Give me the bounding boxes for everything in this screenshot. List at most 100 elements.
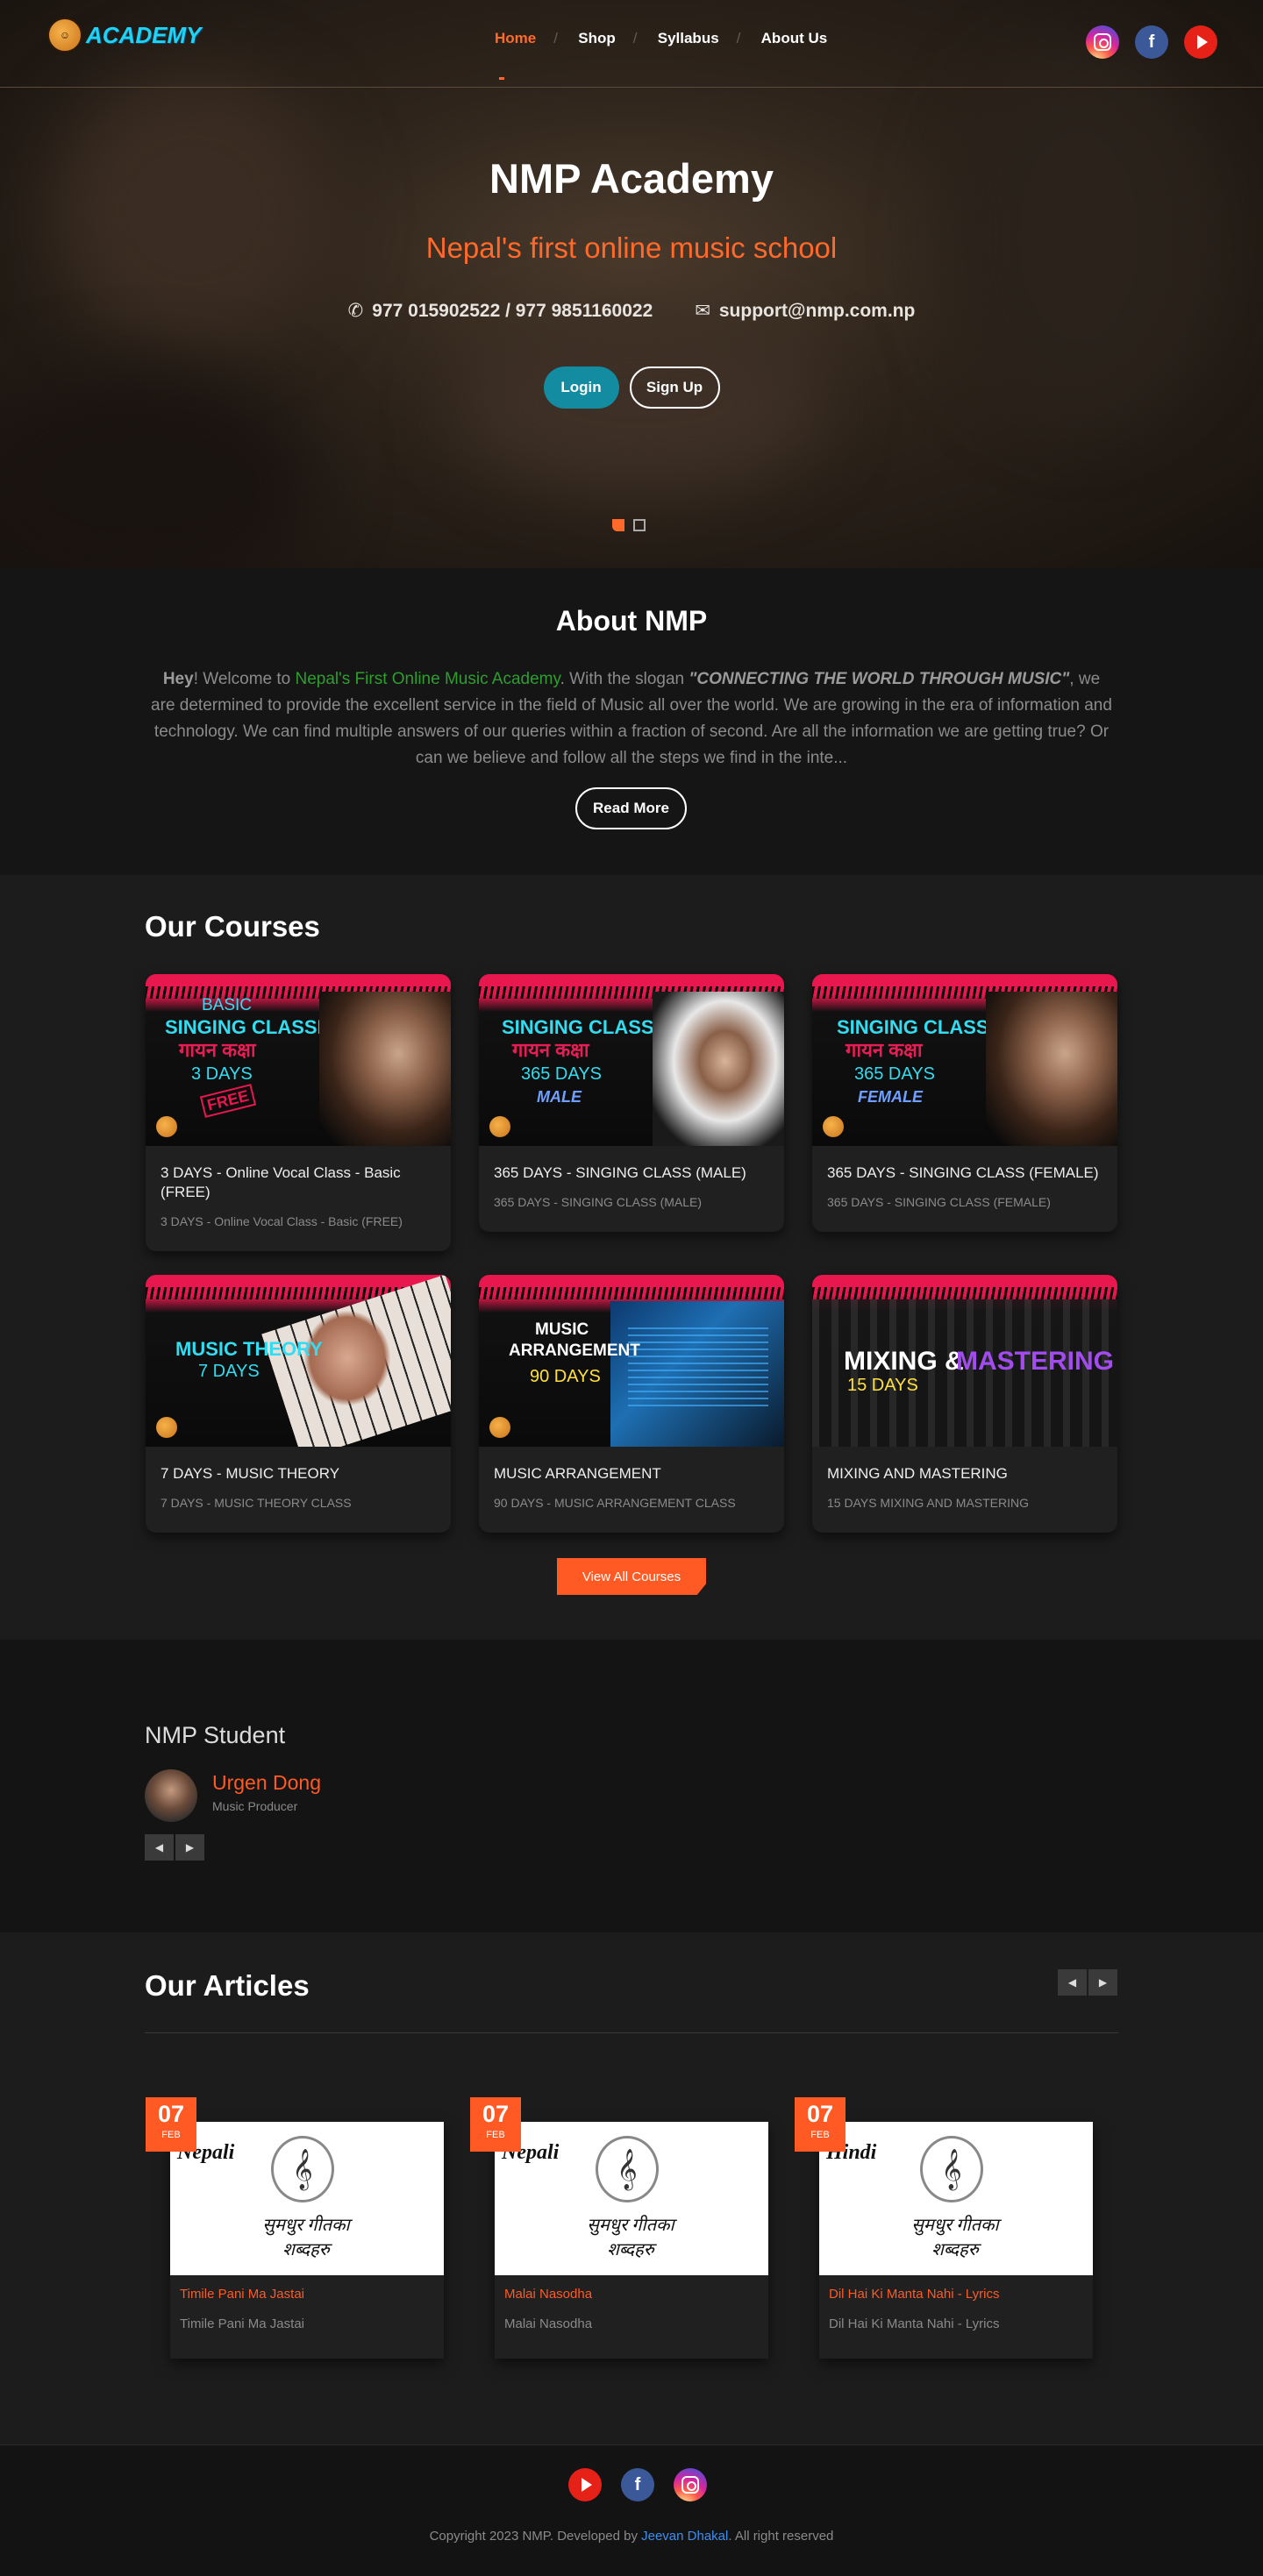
email-address: support@nmp.com.np — [718, 301, 916, 321]
logo-mini-icon — [156, 1417, 177, 1438]
article-image: Hindi 𝄞 सुमधुर गीतका शब्दहरु — [819, 2122, 1093, 2275]
instagram-icon[interactable] — [674, 2468, 707, 2501]
carousel-dot-2[interactable] — [633, 519, 646, 531]
thumb-line: 15 DAYS — [847, 1376, 918, 1395]
course-thumbnail: MIXING & MASTERING 15 DAYS — [812, 1275, 1117, 1447]
hero-contacts: ✆ 977 015902522 / 977 9851160022 ✉ support… — [0, 300, 1263, 322]
course-desc: 365 DAYS - SINGING CLASS (FEMALE) — [827, 1195, 1051, 1209]
course-thumbnail: SINGING CLASSES गायन कक्षा 365 DAYS MALE — [479, 974, 784, 1146]
course-card[interactable]: MIXING & MASTERING 15 DAYS MIXING AND MA… — [812, 1275, 1117, 1533]
phone-icon: ✆ — [347, 301, 364, 321]
hero-section: ☺ ACADEMY Home Shop Syllabus About Us f … — [0, 0, 1263, 568]
about-hey: Hey — [162, 670, 194, 688]
facebook-icon[interactable]: f — [1135, 25, 1168, 59]
date-month: FEB — [486, 2130, 505, 2140]
phone-contact: ✆ 977 015902522 / 977 9851160022 — [348, 300, 653, 322]
article-title[interactable]: Dil Hai Ki Manta Nahi - Lyrics — [829, 2287, 1000, 2302]
envelope-icon: ✉ — [695, 301, 710, 321]
thumb-line: MUSIC — [535, 1320, 589, 1339]
nav-item-syllabus[interactable]: Syllabus — [633, 30, 740, 47]
logo-mini-icon — [156, 1116, 177, 1137]
article-script: सुमधुर गीतका शब्दहरु — [911, 2216, 999, 2259]
course-card[interactable]: MUSIC ARRANGEMENT 90 DAYS MUSIC ARRANGEM… — [479, 1275, 784, 1533]
carousel-indicators — [612, 519, 646, 531]
course-title[interactable]: MUSIC ARRANGEMENT — [479, 1447, 784, 1484]
login-button[interactable]: Login — [543, 366, 619, 409]
course-title[interactable]: 365 DAYS - SINGING CLASS (FEMALE) — [812, 1146, 1117, 1183]
youtube-icon[interactable] — [568, 2468, 602, 2501]
article-image: Nepali 𝄞 सुमधुर गीतका शब्दहरु — [495, 2122, 768, 2275]
view-all-courses-button[interactable]: View All Courses — [557, 1558, 706, 1595]
thumb-line: MIXING & — [844, 1347, 964, 1376]
main-nav: Home Shop Syllabus About Us — [474, 30, 848, 47]
course-thumbnail: SINGING CLASSES गायन कक्षा 365 DAYS FEMA… — [812, 974, 1117, 1146]
hero-subtitle: Nepal's first online music school — [425, 231, 838, 264]
nav-item-shop[interactable]: Shop — [553, 30, 637, 47]
thumb-line: BASIC — [202, 996, 253, 1014]
course-title[interactable]: 7 DAYS - MUSIC THEORY — [146, 1447, 451, 1484]
student-name: Urgen Dong — [212, 1771, 322, 1794]
thumb-line: गायन कक्षा — [179, 1039, 256, 1061]
about-text: Hey! Welcome to Nepal's First Online Mus… — [149, 666, 1114, 772]
hero-title: NMP Academy — [489, 155, 774, 202]
student-carousel-controls: ◀ ▶ — [145, 1834, 204, 1861]
header-social-links: f — [1086, 25, 1217, 59]
student-heading: NMP Student — [145, 1722, 286, 1748]
logo-text: ACADEMY — [86, 21, 202, 48]
thumb-line: SINGING CLASSES — [165, 1016, 343, 1038]
date-month: FEB — [161, 2130, 181, 2140]
articles-section: Our Articles ◀ ▶ Nepali 𝄞 सुमधुर गीतका श… — [0, 1932, 1263, 2444]
course-title[interactable]: 365 DAYS - SINGING CLASS (MALE) — [479, 1146, 784, 1183]
navbar: ☺ ACADEMY Home Shop Syllabus About Us f — [0, 0, 1263, 88]
nav-item-about-us[interactable]: About Us — [737, 30, 849, 47]
articles-heading: Our Articles — [145, 1969, 310, 2002]
read-more-button[interactable]: Read More — [575, 787, 687, 829]
thumb-line: MUSIC THEORY — [175, 1338, 323, 1360]
course-card[interactable]: MUSIC THEORY 7 DAYS 7 DAYS - MUSIC THEOR… — [146, 1275, 451, 1533]
course-card[interactable]: SINGING CLASSES गायन कक्षा 365 DAYS FEMA… — [812, 974, 1117, 1232]
article-image: Nepali 𝄞 सुमधुर गीतका शब्दहरु — [170, 2122, 444, 2275]
article-card[interactable]: Nepali 𝄞 सुमधुर गीतका शब्दहरु 07 FEB Mal… — [470, 2097, 768, 2359]
logo[interactable]: ☺ ACADEMY — [47, 18, 201, 53]
nav-active-indicator — [499, 77, 504, 80]
logo-badge-icon: ☺ — [47, 18, 82, 53]
student-section: NMP Student Urgen Dong Music Producer ◀ … — [0, 1640, 1263, 1932]
course-card[interactable]: SINGING CLASSES गायन कक्षा 365 DAYS MALE… — [479, 974, 784, 1232]
instagram-icon[interactable] — [1086, 25, 1119, 59]
course-desc: 365 DAYS - SINGING CLASS (MALE) — [494, 1195, 703, 1209]
course-title[interactable]: 3 DAYS - Online Vocal Class - Basic (FRE… — [146, 1146, 451, 1202]
music-note-icon: 𝄞 — [920, 2136, 983, 2202]
course-title[interactable]: MIXING AND MASTERING — [812, 1447, 1117, 1484]
course-card[interactable]: BASIC SINGING CLASSES गायन कक्षा 3 DAYS … — [146, 974, 451, 1251]
copyright-prefix: Copyright 2023 NMP. Developed by — [429, 2529, 642, 2544]
about-heading: About NMP — [555, 605, 708, 637]
prev-arrow-icon[interactable]: ◀ — [1058, 1969, 1087, 1996]
prev-arrow-icon[interactable]: ◀ — [145, 1834, 174, 1861]
nav-item-home[interactable]: Home — [474, 30, 557, 47]
avatar — [145, 1769, 197, 1822]
logo-mini-icon — [489, 1116, 510, 1137]
article-title[interactable]: Malai Nasodha — [504, 2287, 592, 2302]
email-contact[interactable]: ✉ support@nmp.com.np — [695, 300, 915, 322]
logo-mini-icon — [489, 1417, 510, 1438]
article-card[interactable]: Nepali 𝄞 सुमधुर गीतका शब्दहरु 07 FEB Tim… — [146, 2097, 444, 2359]
youtube-icon[interactable] — [1184, 25, 1217, 59]
carousel-dot-1[interactable] — [612, 519, 624, 531]
footer: f Copyright 2023 NMP. Developed by Jeeva… — [0, 2444, 1263, 2576]
copyright-suffix: . All right reserved — [728, 2529, 834, 2544]
article-title[interactable]: Timile Pani Ma Jastai — [180, 2287, 304, 2302]
date-day: 07 — [157, 2101, 185, 2127]
facebook-icon[interactable]: f — [621, 2468, 654, 2501]
article-script: सुमधुर गीतका शब्दहरु — [262, 2216, 350, 2259]
next-arrow-icon[interactable]: ▶ — [175, 1834, 204, 1861]
thumb-line: 90 DAYS — [530, 1367, 601, 1386]
logo-mini-icon — [823, 1116, 844, 1137]
copyright: Copyright 2023 NMP. Developed by Jeevan … — [0, 2529, 1263, 2544]
next-arrow-icon[interactable]: ▶ — [1088, 1969, 1117, 1996]
article-card[interactable]: Hindi 𝄞 सुमधुर गीतका शब्दहरु 07 FEB Dil … — [795, 2097, 1093, 2359]
date-badge: 07 FEB — [470, 2097, 521, 2152]
signup-button[interactable]: Sign Up — [629, 366, 720, 409]
about-section: About NMP Hey! Welcome to Nepal's First … — [0, 568, 1263, 875]
developer-link[interactable]: Jeevan Dhakal — [641, 2529, 728, 2544]
thumb-line: गायन कक्षा — [846, 1039, 923, 1061]
